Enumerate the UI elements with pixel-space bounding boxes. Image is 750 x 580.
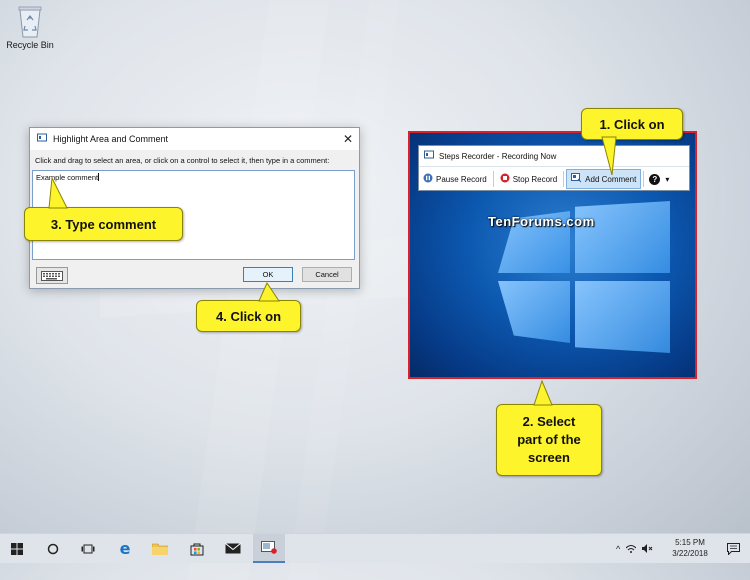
task-view-icon — [81, 544, 95, 553]
pause-icon — [423, 173, 433, 185]
cortana-button[interactable] — [38, 534, 68, 563]
add-comment-icon — [571, 173, 582, 185]
callout-step2-line2: part of the — [517, 432, 581, 447]
start-button[interactable] — [2, 534, 32, 563]
dialog-title: Highlight Area and Comment — [53, 134, 169, 144]
task-view-button[interactable] — [73, 534, 103, 563]
dialog-instruction: Click and drag to select an area, or cli… — [35, 156, 330, 165]
callout-step3: 3. Type comment — [24, 207, 183, 241]
dialog-button-row: OK Cancel — [30, 264, 359, 288]
edge-button[interactable]: e — [110, 534, 140, 563]
pause-record-button[interactable]: Pause Record — [419, 169, 491, 189]
action-center-icon — [726, 542, 740, 555]
folder-icon — [152, 543, 168, 555]
keyboard-icon — [41, 270, 63, 281]
steps-recorder-icon — [37, 133, 47, 145]
callout-step3-pointer — [48, 176, 68, 209]
steps-recorder-taskbar-button[interactable] — [253, 534, 285, 563]
toolbar-separator — [492, 171, 494, 187]
windows-logo-pane — [575, 281, 670, 353]
steps-recorder-icon — [424, 150, 434, 162]
tenforums-watermark: TenForums.com — [488, 214, 595, 229]
steps-recorder-taskbar-icon — [261, 541, 277, 554]
show-hidden-icons-button[interactable]: ^ — [616, 544, 620, 554]
stop-record-button[interactable]: Stop Record — [496, 169, 561, 189]
mail-envelope-icon — [225, 543, 241, 554]
recorder-title-bar[interactable]: Steps Recorder - Recording Now — [419, 146, 689, 167]
toolbar-separator — [643, 171, 645, 187]
windows-logo-pane — [575, 201, 670, 273]
callout-step2-line3: screen — [528, 450, 570, 465]
close-button[interactable]: ✕ — [337, 128, 359, 150]
cortana-circle-icon — [47, 543, 59, 554]
callout-step1-pointer — [601, 136, 617, 176]
recycle-bin-shortcut[interactable]: Recycle Bin — [4, 4, 56, 50]
chevron-down-icon: ▾ — [665, 174, 670, 184]
store-bag-icon — [190, 543, 204, 555]
windows-logo-pane — [498, 281, 570, 343]
clock-date: 3/22/2018 — [672, 549, 708, 558]
callout-step4: 4. Click on — [196, 300, 301, 332]
clock[interactable]: 5:15 PM 3/22/2018 — [664, 537, 716, 559]
cancel-button[interactable]: Cancel — [302, 267, 352, 282]
callout-step1-text: 1. Click on — [599, 116, 665, 132]
windows-start-icon — [11, 542, 23, 555]
volume-icon[interactable] — [642, 544, 653, 553]
ok-button[interactable]: OK — [243, 267, 293, 282]
pause-record-label: Pause Record — [436, 174, 487, 184]
recorder-toolbar: Pause Record Stop Record Add Comment ? ▾ — [419, 167, 689, 191]
network-icon[interactable] — [626, 544, 637, 553]
system-tray: ^ — [616, 534, 657, 563]
recycle-bin-icon — [17, 4, 43, 38]
callout-step4-text: 4. Click on — [215, 308, 282, 324]
keyboard-button[interactable] — [36, 267, 68, 284]
toolbar-separator — [563, 171, 565, 187]
stop-record-label: Stop Record — [512, 174, 558, 184]
store-button[interactable] — [182, 534, 212, 563]
file-explorer-button[interactable] — [145, 534, 175, 563]
callout-step3-text: 3. Type comment — [50, 216, 157, 232]
action-center-button[interactable] — [718, 534, 748, 563]
help-icon: ? — [649, 173, 661, 185]
recorder-title: Steps Recorder - Recording Now — [439, 151, 557, 161]
taskbar: e ^ 5:15 PM 3/22/2018 — [0, 533, 750, 563]
callout-step2-pointer — [533, 379, 553, 406]
dialog-title-bar[interactable]: Highlight Area and Comment ✕ — [30, 128, 359, 150]
edge-icon: e — [119, 539, 131, 558]
callout-step1: 1. Click on — [581, 108, 683, 140]
callout-step2-line1: 2. Select — [522, 414, 576, 429]
recycle-bin-label: Recycle Bin — [6, 40, 54, 50]
help-button[interactable]: ? — [646, 169, 663, 189]
clock-time: 5:15 PM — [675, 538, 705, 547]
callout-step2: 2. Select part of the screen — [496, 404, 602, 476]
callout-step4-pointer — [258, 281, 280, 302]
help-dropdown-button[interactable]: ▾ — [663, 169, 671, 189]
stop-icon — [500, 173, 510, 185]
steps-recorder-window: Steps Recorder - Recording Now Pause Rec… — [418, 145, 690, 191]
text-caret — [98, 173, 100, 181]
mail-button[interactable] — [218, 534, 248, 563]
